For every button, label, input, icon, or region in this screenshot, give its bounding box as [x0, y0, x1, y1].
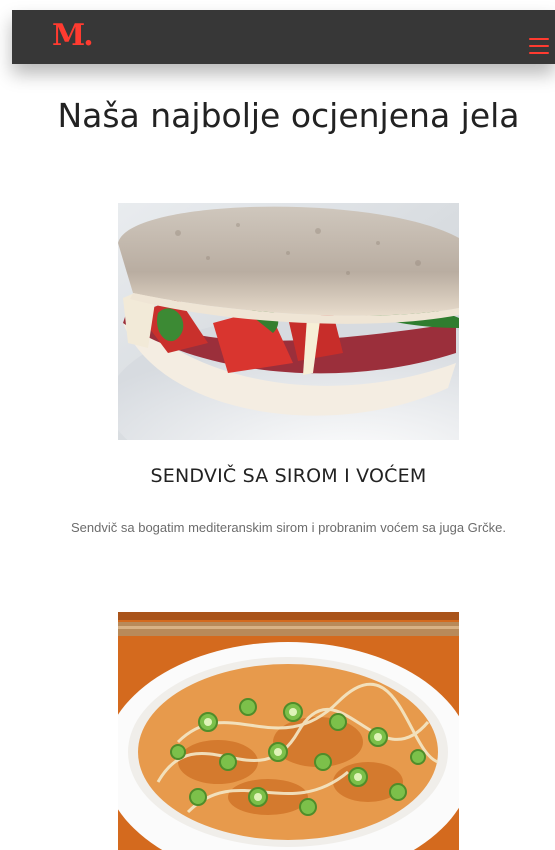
menu-line — [529, 38, 549, 40]
sandwich-photo — [118, 203, 459, 440]
brand-logo[interactable]: M. — [52, 19, 94, 53]
rice-bowl-photo — [118, 612, 459, 850]
menu-line — [529, 52, 549, 54]
page-title: Naša najbolje ocjenjena jela — [57, 96, 520, 135]
dish-name: SENDVIČ SA SIROM I VOĆEM — [150, 465, 427, 487]
menu-line — [529, 45, 549, 47]
navbar: M. — [12, 10, 555, 64]
dish-description: Sendvič sa bogatim mediteranskim sirom i… — [71, 520, 506, 535]
hamburger-menu-icon[interactable] — [529, 38, 549, 54]
